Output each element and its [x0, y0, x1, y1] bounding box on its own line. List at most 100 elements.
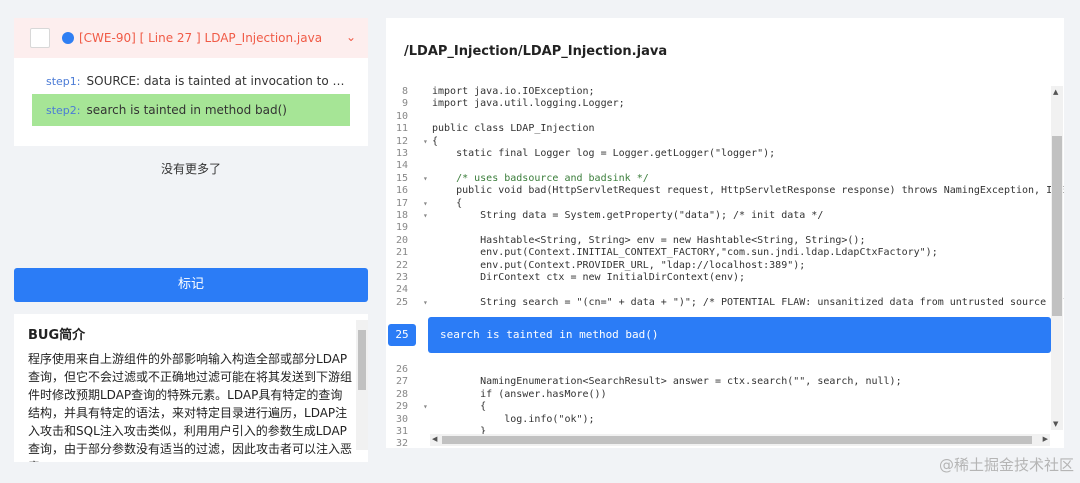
code-line: 8 import java.io.IOException; — [386, 86, 1051, 99]
line-number: 16 — [395, 185, 408, 197]
issue-title: [CWE-90] [ Line 27 ] LDAP_Injection.java — [79, 31, 323, 45]
code-vertical-scrollbar[interactable]: ▲ ▼ — [1051, 86, 1063, 430]
code-line: 20 Hashtable<String, String> env = new H… — [386, 235, 1051, 248]
left-panel: [CWE-90] [ Line 27 ] LDAP_Injection.java… — [14, 18, 368, 462]
code-line: 17 ▾ { — [386, 198, 1051, 211]
line-number: 13 — [395, 148, 408, 159]
step-text: SOURCE: data is tainted at invocation to… — [86, 74, 351, 88]
scroll-right-icon[interactable]: ▶ — [1043, 435, 1048, 443]
code-text: String search = "(cn=" + data + ")"; /* … — [432, 296, 1064, 308]
file-path: /LDAP_Injection/LDAP_Injection.java — [404, 44, 668, 59]
bug-scrollbar[interactable] — [356, 320, 368, 450]
code-line: 26 — [386, 364, 1051, 377]
line-number: 9 — [401, 98, 408, 110]
code-text: Hashtable<String, String> env = new Hash… — [432, 234, 866, 246]
scroll-down-icon[interactable]: ▼ — [1053, 420, 1058, 428]
code-text: /* uses badsource and badsink */ — [432, 172, 649, 184]
code-line: 9 import java.util.logging.Logger; — [386, 98, 1051, 111]
scroll-thumb[interactable] — [358, 330, 366, 390]
line-number: 12 — [395, 135, 408, 147]
code-line: 22 env.put(Context.PROVIDER_URL, "ldap:/… — [386, 260, 1051, 273]
code-text: static final Logger log = Logger.getLogg… — [432, 148, 776, 159]
line-number: 22 — [395, 259, 408, 271]
fold-toggle-icon[interactable]: ▾ — [423, 210, 428, 223]
issue-header[interactable]: [CWE-90] [ Line 27 ] LDAP_Injection.java… — [14, 18, 368, 58]
line-number: 32 — [395, 438, 408, 448]
code-text: { — [432, 197, 463, 209]
mark-button[interactable]: 标记 — [14, 268, 368, 302]
line-number: 20 — [395, 234, 408, 246]
code-line: 11 public class LDAP_Injection — [386, 123, 1051, 136]
bug-intro-card: BUG简介 程序使用来自上游组件的外部影响输入构造全部或部分LDAP查询，但它不… — [14, 314, 368, 462]
scroll-left-icon[interactable]: ◀ — [432, 435, 437, 443]
watermark: @稀土掘金技术社区 — [938, 456, 1074, 474]
line-number: 19 — [395, 222, 408, 234]
fold-toggle-icon[interactable]: ▾ — [423, 297, 428, 310]
code-text: NamingEnumeration<SearchResult> answer =… — [432, 376, 902, 388]
line-number: 21 — [395, 247, 408, 259]
code-line: 15 ▾ /* uses badsource and badsink */ — [386, 173, 1051, 186]
code-text: env.put(Context.INITIAL_CONTEXT_FACTORY,… — [432, 247, 938, 259]
line-number: 8 — [401, 86, 408, 97]
line-number: 14 — [395, 160, 408, 172]
line-number: 27 — [395, 376, 408, 388]
line-number: 31 — [395, 426, 408, 437]
code-line: 18 ▾ String data = System.getProperty("da… — [386, 210, 1051, 223]
line-number: 17 — [395, 197, 408, 209]
code-line: 10 — [386, 111, 1051, 124]
code-text: import java.util.logging.Logger; — [432, 98, 625, 110]
step-text: search is tainted in method bad() — [86, 103, 287, 117]
code-line: 12 ▾ { — [386, 136, 1051, 149]
line-number: 24 — [395, 284, 408, 296]
line-number: 15 — [395, 172, 408, 184]
bug-intro-body: 程序使用来自上游组件的外部影响输入构造全部或部分LDAP查询，但它不会过滤或不正… — [28, 352, 353, 462]
fold-toggle-icon[interactable]: ▾ — [423, 136, 428, 149]
code-line: 27 NamingEnumeration<SearchResult> answe… — [386, 376, 1051, 389]
code-line: 25 ▾ String search = "(cn=" + data + ")";… — [386, 296, 1064, 310]
issue-card: [CWE-90] [ Line 27 ] LDAP_Injection.java… — [14, 18, 368, 146]
code-panel: /LDAP_Injection/LDAP_Injection.java 25 s… — [386, 18, 1064, 448]
scroll-thumb[interactable] — [442, 436, 1032, 444]
code-text: if (answer.hasMore()) — [432, 388, 607, 400]
annotation-line-number[interactable]: 25 — [388, 324, 416, 346]
trace-step-2[interactable]: step2: search is tainted in method bad() — [32, 94, 350, 126]
fold-toggle-icon[interactable]: ▾ — [423, 173, 428, 186]
trace-step-1[interactable]: step1: SOURCE: data is tainted at invoca… — [32, 66, 350, 96]
code-editor[interactable]: 25 search is tainted in method bad() 8 im… — [386, 84, 1064, 448]
code-text: public void bad(HttpServletRequest reque… — [432, 185, 1064, 197]
code-text: DirContext ctx = new InitialDirContext(e… — [432, 272, 746, 283]
code-line: 21 env.put(Context.INITIAL_CONTEXT_FACTO… — [386, 247, 1051, 260]
line-number: 25 — [395, 296, 408, 308]
severity-dot-icon — [62, 32, 74, 44]
code-line: 23 DirContext ctx = new InitialDirContex… — [386, 272, 1051, 285]
fold-toggle-icon[interactable]: ▾ — [423, 198, 428, 211]
code-line: 19 — [386, 222, 1051, 235]
line-number: 28 — [395, 388, 408, 400]
code-line: 14 — [386, 160, 1051, 173]
code-text: { — [432, 401, 487, 413]
line-number: 29 — [395, 401, 408, 413]
line-number: 23 — [395, 272, 408, 283]
bug-intro-title: BUG简介 — [28, 328, 86, 343]
issue-checkbox[interactable] — [30, 28, 50, 48]
line-number: 10 — [395, 110, 408, 122]
code-text: import java.io.IOException; — [432, 86, 595, 97]
line-number: 26 — [395, 364, 408, 375]
step-label: step2: — [46, 103, 81, 117]
code-line: 24 — [386, 284, 1051, 297]
chevron-down-icon[interactable]: ⌄ — [346, 30, 356, 44]
line-number: 30 — [395, 413, 408, 425]
code-text: public class LDAP_Injection — [432, 123, 595, 135]
annotation-message[interactable]: search is tainted in method bad() — [428, 317, 1051, 353]
code-text: String data = System.getProperty("data")… — [432, 210, 824, 221]
fold-toggle-icon[interactable]: ▾ — [423, 401, 428, 414]
scroll-up-icon[interactable]: ▲ — [1053, 88, 1058, 96]
line-number: 18 — [395, 210, 408, 221]
no-more-text: 没有更多了 — [160, 162, 221, 176]
line-number: 11 — [395, 123, 408, 135]
code-text: env.put(Context.PROVIDER_URL, "ldap://lo… — [432, 259, 806, 271]
scroll-thumb[interactable] — [1052, 136, 1062, 316]
code-line: 29 ▾ { — [386, 401, 1051, 414]
code-line: 30 log.info("ok"); — [386, 414, 1051, 427]
code-horizontal-scrollbar[interactable]: ◀ ▶ — [430, 434, 1050, 446]
